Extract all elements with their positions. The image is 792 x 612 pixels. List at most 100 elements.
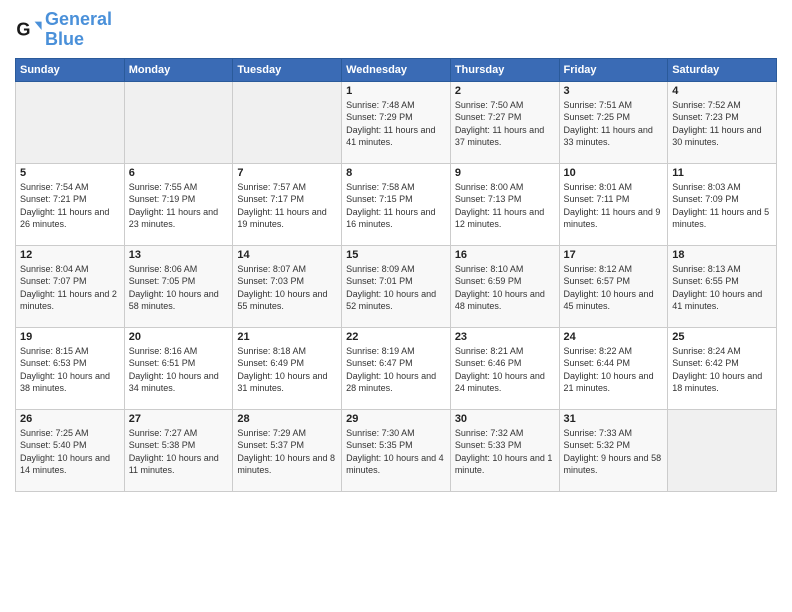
day-cell: 1 Sunrise: 7:48 AMSunset: 7:29 PMDaylight… [342, 81, 451, 163]
header-cell-tuesday: Tuesday [233, 58, 342, 81]
day-number: 26 [20, 413, 120, 425]
header-cell-wednesday: Wednesday [342, 58, 451, 81]
day-number: 20 [129, 331, 229, 343]
day-cell: 16Sunrise: 8:10 AMSunset: 6:59 PMDayligh… [450, 245, 559, 327]
day-info: Sunrise: 7:50 AMSunset: 7:27 PMDaylight:… [455, 99, 555, 149]
logo-icon: G [15, 16, 43, 44]
day-cell: 9Sunrise: 8:00 AMSunset: 7:13 PMDaylight… [450, 163, 559, 245]
day-cell: 15Sunrise: 8:09 AMSunset: 7:01 PMDayligh… [342, 245, 451, 327]
day-cell: 30 Sunrise: 7:32 AMSunset: 5:33 PMDayligh… [450, 409, 559, 491]
day-info: Sunrise: 7:52 AMSunset: 7:23 PMDaylight:… [672, 99, 772, 149]
day-cell: 2Sunrise: 7:50 AMSunset: 7:27 PMDaylight… [450, 81, 559, 163]
day-number: 13 [129, 249, 229, 261]
day-cell: 4Sunrise: 7:52 AMSunset: 7:23 PMDaylight… [668, 81, 777, 163]
day-info: Sunrise: 8:01 AMSunset: 7:11 PMDaylight:… [564, 181, 664, 231]
day-info: Sunrise: 8:19 AMSunset: 6:47 PMDaylight:… [346, 345, 446, 395]
day-number: 18 [672, 249, 772, 261]
day-number: 17 [564, 249, 664, 261]
day-info: Sunrise: 8:22 AMSunset: 6:44 PMDaylight:… [564, 345, 664, 395]
week-row-2: 5Sunrise: 7:54 AMSunset: 7:21 PMDaylight… [16, 163, 777, 245]
day-number: 31 [564, 413, 664, 425]
day-info: Sunrise: 7:25 AMSunset: 5:40 PMDaylight:… [20, 427, 120, 477]
day-number: 12 [20, 249, 120, 261]
day-number: 22 [346, 331, 446, 343]
day-number: 28 [237, 413, 337, 425]
week-row-5: 26 Sunrise: 7:25 AMSunset: 5:40 PMDayligh… [16, 409, 777, 491]
day-cell: 7Sunrise: 7:57 AMSunset: 7:17 PMDaylight… [233, 163, 342, 245]
day-cell: 24 Sunrise: 8:22 AMSunset: 6:44 PMDayligh… [559, 327, 668, 409]
day-info: Sunrise: 8:12 AMSunset: 6:57 PMDaylight:… [564, 263, 664, 313]
logo-line1: General [45, 10, 112, 30]
day-info: Sunrise: 7:55 AMSunset: 7:19 PMDaylight:… [129, 181, 229, 231]
day-cell: 17 Sunrise: 8:12 AMSunset: 6:57 PMDayligh… [559, 245, 668, 327]
day-cell: 13 Sunrise: 8:06 AMSunset: 7:05 PMDayligh… [124, 245, 233, 327]
day-cell: 22 Sunrise: 8:19 AMSunset: 6:47 PMDayligh… [342, 327, 451, 409]
day-info: Sunrise: 8:00 AMSunset: 7:13 PMDaylight:… [455, 181, 555, 231]
day-cell: 14Sunrise: 8:07 AMSunset: 7:03 PMDayligh… [233, 245, 342, 327]
day-info: Sunrise: 8:10 AMSunset: 6:59 PMDaylight:… [455, 263, 555, 313]
day-number: 29 [346, 413, 446, 425]
logo-line2: Blue [45, 30, 112, 50]
svg-text:G: G [16, 19, 30, 39]
day-number: 6 [129, 167, 229, 179]
day-info: Sunrise: 8:06 AMSunset: 7:05 PMDaylight:… [129, 263, 229, 313]
day-number: 27 [129, 413, 229, 425]
day-number: 1 [346, 85, 446, 97]
day-cell: 5Sunrise: 7:54 AMSunset: 7:21 PMDaylight… [16, 163, 125, 245]
day-cell: 11 Sunrise: 8:03 AMSunset: 7:09 PMDayligh… [668, 163, 777, 245]
day-number: 30 [455, 413, 555, 425]
day-number: 24 [564, 331, 664, 343]
day-cell: 10 Sunrise: 8:01 AMSunset: 7:11 PMDayligh… [559, 163, 668, 245]
logo: G General Blue [15, 10, 112, 50]
header-cell-friday: Friday [559, 58, 668, 81]
day-info: Sunrise: 7:48 AMSunset: 7:29 PMDaylight:… [346, 99, 446, 149]
day-cell: 18 Sunrise: 8:13 AMSunset: 6:55 PMDayligh… [668, 245, 777, 327]
day-info: Sunrise: 7:51 AMSunset: 7:25 PMDaylight:… [564, 99, 664, 149]
day-cell: 31 Sunrise: 7:33 AMSunset: 5:32 PMDayligh… [559, 409, 668, 491]
day-number: 8 [346, 167, 446, 179]
day-cell: 23 Sunrise: 8:21 AMSunset: 6:46 PMDayligh… [450, 327, 559, 409]
day-info: Sunrise: 7:27 AMSunset: 5:38 PMDaylight:… [129, 427, 229, 477]
day-info: Sunrise: 8:24 AMSunset: 6:42 PMDaylight:… [672, 345, 772, 395]
day-number: 5 [20, 167, 120, 179]
day-info: Sunrise: 8:13 AMSunset: 6:55 PMDaylight:… [672, 263, 772, 313]
week-row-3: 12 Sunrise: 8:04 AMSunset: 7:07 PMDayligh… [16, 245, 777, 327]
day-info: Sunrise: 7:32 AMSunset: 5:33 PMDaylight:… [455, 427, 555, 477]
day-cell: 21Sunrise: 8:18 AMSunset: 6:49 PMDayligh… [233, 327, 342, 409]
day-info: Sunrise: 7:29 AMSunset: 5:37 PMDaylight:… [237, 427, 337, 477]
header-cell-thursday: Thursday [450, 58, 559, 81]
day-number: 25 [672, 331, 772, 343]
day-cell: 20Sunrise: 8:16 AMSunset: 6:51 PMDayligh… [124, 327, 233, 409]
header-cell-monday: Monday [124, 58, 233, 81]
day-cell: 12 Sunrise: 8:04 AMSunset: 7:07 PMDayligh… [16, 245, 125, 327]
day-info: Sunrise: 8:04 AMSunset: 7:07 PMDaylight:… [20, 263, 120, 313]
day-cell [233, 81, 342, 163]
calendar-table: SundayMondayTuesdayWednesdayThursdayFrid… [15, 58, 777, 492]
day-number: 23 [455, 331, 555, 343]
day-number: 11 [672, 167, 772, 179]
day-info: Sunrise: 8:03 AMSunset: 7:09 PMDaylight:… [672, 181, 772, 231]
day-info: Sunrise: 8:09 AMSunset: 7:01 PMDaylight:… [346, 263, 446, 313]
day-number: 19 [20, 331, 120, 343]
week-row-1: 1 Sunrise: 7:48 AMSunset: 7:29 PMDaylight… [16, 81, 777, 163]
day-cell: 25 Sunrise: 8:24 AMSunset: 6:42 PMDayligh… [668, 327, 777, 409]
day-info: Sunrise: 7:33 AMSunset: 5:32 PMDaylight:… [564, 427, 664, 477]
day-cell: 3 Sunrise: 7:51 AMSunset: 7:25 PMDaylight… [559, 81, 668, 163]
week-row-4: 19 Sunrise: 8:15 AMSunset: 6:53 PMDayligh… [16, 327, 777, 409]
day-info: Sunrise: 8:15 AMSunset: 6:53 PMDaylight:… [20, 345, 120, 395]
day-cell [16, 81, 125, 163]
day-info: Sunrise: 8:21 AMSunset: 6:46 PMDaylight:… [455, 345, 555, 395]
day-number: 10 [564, 167, 664, 179]
day-cell: 29Sunrise: 7:30 AMSunset: 5:35 PMDayligh… [342, 409, 451, 491]
day-info: Sunrise: 8:07 AMSunset: 7:03 PMDaylight:… [237, 263, 337, 313]
day-number: 21 [237, 331, 337, 343]
day-cell [124, 81, 233, 163]
header: G General Blue [15, 10, 777, 50]
day-cell: 8 Sunrise: 7:58 AMSunset: 7:15 PMDaylight… [342, 163, 451, 245]
day-info: Sunrise: 7:58 AMSunset: 7:15 PMDaylight:… [346, 181, 446, 231]
calendar-container: G General Blue SundayMondayTuesdayWednes… [0, 0, 792, 502]
header-cell-sunday: Sunday [16, 58, 125, 81]
day-cell [668, 409, 777, 491]
day-number: 3 [564, 85, 664, 97]
day-cell: 28 Sunrise: 7:29 AMSunset: 5:37 PMDayligh… [233, 409, 342, 491]
